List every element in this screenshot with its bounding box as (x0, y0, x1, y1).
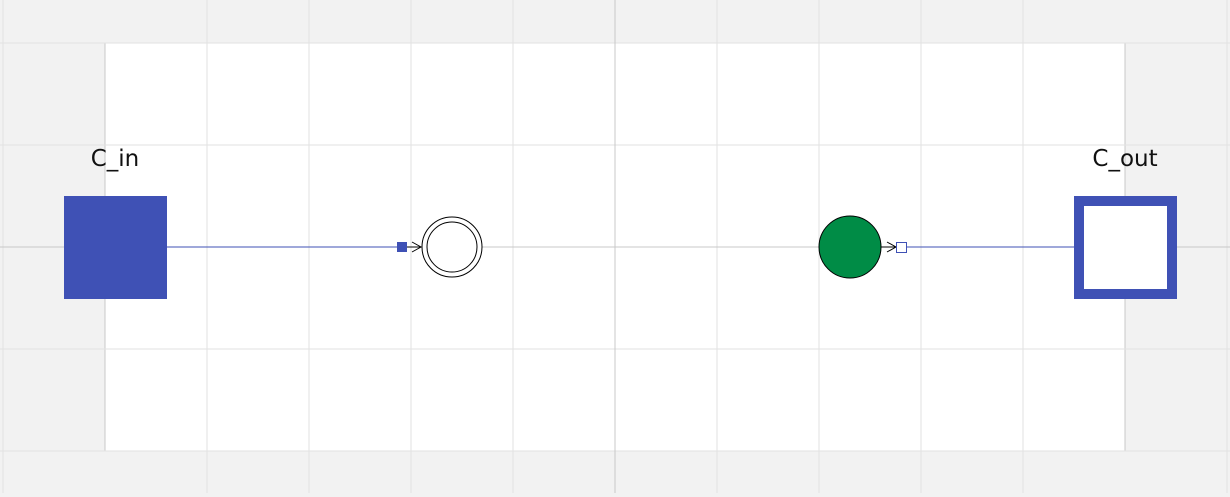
output-port-label: C_out (1092, 146, 1158, 172)
diagram-stage: C_in C_out (0, 0, 1230, 493)
diagram-canvas (0, 0, 1230, 493)
double-circle-node[interactable] (421, 216, 483, 278)
input-port-label: C_in (90, 146, 140, 172)
input-port-square[interactable] (64, 196, 167, 299)
green-circle-node[interactable] (818, 215, 882, 279)
hollow-square-marker (896, 242, 907, 253)
filled-square-marker (397, 242, 407, 252)
output-port-square[interactable] (1074, 196, 1177, 299)
